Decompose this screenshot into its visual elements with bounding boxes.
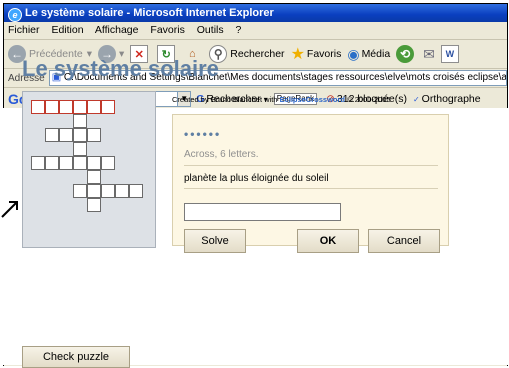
favorites-button[interactable]: ★ Favoris bbox=[291, 44, 342, 64]
grid-cell[interactable] bbox=[73, 114, 87, 128]
grid-cell[interactable] bbox=[101, 156, 115, 170]
mail-button[interactable]: ✉ bbox=[423, 46, 435, 63]
grid-cell[interactable] bbox=[45, 156, 59, 170]
grid-cell[interactable] bbox=[59, 156, 73, 170]
menu-favoris[interactable]: Favoris bbox=[150, 24, 184, 36]
grid-cell[interactable] bbox=[73, 142, 87, 156]
word-icon: W bbox=[440, 45, 459, 63]
divider bbox=[184, 165, 438, 166]
arrow-pointer-icon bbox=[1, 201, 18, 218]
grid-cell[interactable] bbox=[73, 184, 87, 198]
menu-outils[interactable]: Outils bbox=[197, 24, 224, 36]
cancel-button[interactable]: Cancel bbox=[368, 229, 440, 253]
grid-cell[interactable] bbox=[31, 100, 45, 114]
clue-hint: Across, 6 letters. bbox=[184, 149, 259, 160]
credit-brand-link[interactable]: EclipseCrossword bbox=[280, 95, 345, 104]
media-label: Média bbox=[361, 48, 391, 60]
search-button[interactable]: ⚲ Rechercher bbox=[209, 45, 285, 63]
grid-cell[interactable] bbox=[45, 128, 59, 142]
clue-panel: •••••• Across, 6 letters. planète la plu… bbox=[172, 114, 449, 253]
credit-line: Created by Bruno Blanchet with EclipseCr… bbox=[172, 95, 391, 104]
spellcheck-icon: ✓ bbox=[412, 94, 420, 104]
grid-cell[interactable] bbox=[73, 100, 87, 114]
grid-cell[interactable] bbox=[129, 184, 143, 198]
clue-text: planète la plus éloignée du soleil bbox=[184, 173, 329, 184]
grid-cell[interactable] bbox=[59, 128, 73, 142]
page-title: Le système solaire bbox=[22, 56, 219, 81]
answer-length-dots: •••••• bbox=[184, 127, 222, 141]
spellcheck-label: Orthographe bbox=[421, 93, 481, 105]
favorites-label: Favoris bbox=[306, 48, 342, 60]
divider bbox=[184, 188, 438, 189]
window-title: Le système solaire - Microsoft Internet … bbox=[25, 7, 274, 19]
menu-affichage[interactable]: Affichage bbox=[95, 24, 139, 36]
search-label: Rechercher bbox=[230, 48, 285, 60]
grid-cell[interactable] bbox=[87, 198, 101, 212]
answer-input[interactable] bbox=[184, 203, 341, 221]
spellcheck-button[interactable]: ✓ Orthographe bbox=[413, 93, 481, 105]
mail-icon: ✉ bbox=[423, 45, 435, 62]
favorites-star-icon: ★ bbox=[290, 46, 305, 63]
grid-cell[interactable] bbox=[87, 156, 101, 170]
grid-cell[interactable] bbox=[87, 128, 101, 142]
history-button[interactable]: ⟲ bbox=[396, 45, 417, 63]
grid-cell[interactable] bbox=[87, 100, 101, 114]
menu-edition[interactable]: Edition bbox=[51, 24, 83, 36]
grid-cell[interactable] bbox=[59, 100, 73, 114]
grid-cell[interactable] bbox=[101, 100, 115, 114]
title-bar: e Le système solaire - Microsoft Internet… bbox=[4, 4, 507, 22]
page-content: Le système solaire Created by Bruno Blan… bbox=[0, 56, 509, 368]
grid-cell[interactable] bbox=[73, 128, 87, 142]
grid-cell[interactable] bbox=[115, 184, 129, 198]
crossword-grid[interactable] bbox=[22, 91, 156, 248]
menu-help[interactable]: ? bbox=[236, 24, 242, 36]
grid-cell[interactable] bbox=[73, 156, 87, 170]
media-button[interactable]: ◉ Média bbox=[347, 46, 390, 63]
media-icon: ◉ bbox=[347, 45, 360, 62]
ie-logo-icon: e bbox=[8, 8, 22, 22]
credit-suffix: © 2000-2005 bbox=[345, 95, 391, 104]
ok-button[interactable]: OK bbox=[297, 229, 359, 253]
menu-fichier[interactable]: Fichier bbox=[8, 24, 40, 36]
menu-bar: Fichier Edition Affichage Favoris Outils… bbox=[4, 22, 507, 40]
credit-prefix: Created by Bruno Blanchet with bbox=[172, 95, 280, 104]
word-button[interactable]: W bbox=[440, 45, 462, 63]
grid-cell[interactable] bbox=[31, 156, 45, 170]
grid-cell[interactable] bbox=[87, 170, 101, 184]
solve-button[interactable]: Solve bbox=[184, 229, 246, 253]
grid-cell[interactable] bbox=[87, 184, 101, 198]
history-icon: ⟲ bbox=[396, 45, 415, 63]
grid-cell[interactable] bbox=[45, 100, 59, 114]
grid-cell[interactable] bbox=[101, 184, 115, 198]
